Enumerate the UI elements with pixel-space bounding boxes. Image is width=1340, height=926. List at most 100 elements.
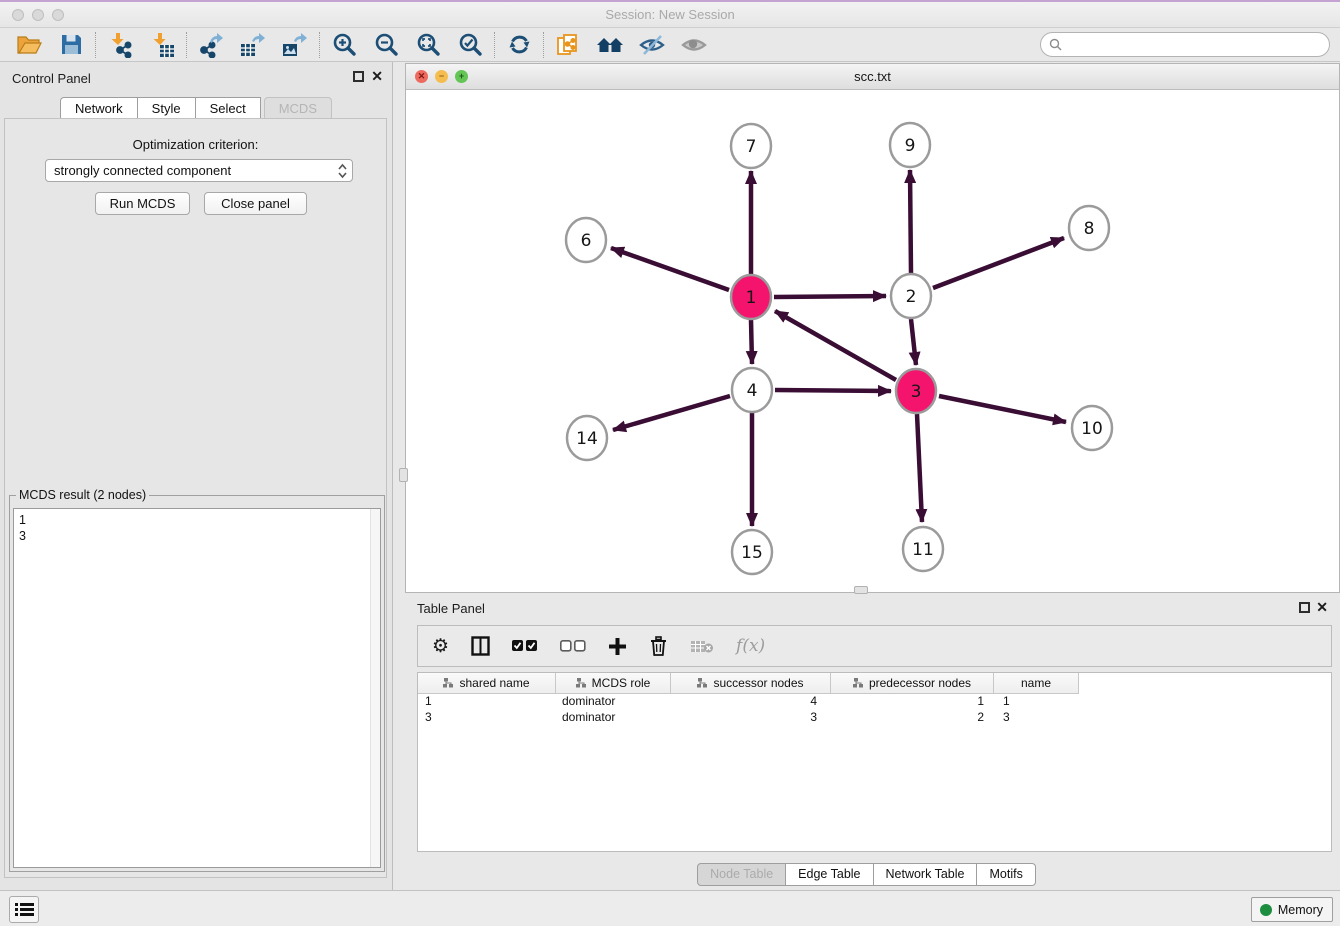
graph-edge-4-14[interactable]	[613, 396, 730, 430]
graph-edge-3-11[interactable]	[917, 414, 922, 522]
network-window-titlebar[interactable]: ✕ − + scc.txt	[406, 64, 1339, 90]
import-network-button[interactable]	[99, 31, 141, 59]
graph-node-8[interactable]: 8	[1069, 206, 1109, 250]
graph-edge-3-10[interactable]	[939, 396, 1066, 422]
column-type-icon	[576, 678, 587, 688]
memory-label: Memory	[1278, 903, 1323, 917]
memory-button[interactable]: Memory	[1251, 897, 1333, 922]
save-session-button[interactable]	[50, 31, 92, 59]
cell-predecessor-nodes[interactable]: 2	[831, 710, 994, 726]
float-panel-icon[interactable]	[353, 71, 364, 82]
column-header-mcds-role[interactable]: MCDS role	[556, 673, 671, 694]
refresh-button[interactable]	[498, 31, 540, 59]
graph-node-2[interactable]: 2	[891, 274, 931, 318]
cell-mcds-role[interactable]: dominator	[556, 710, 671, 726]
function-builder-button[interactable]: f(x)	[736, 636, 765, 656]
mcds-result-group: MCDS result (2 nodes) 1 3	[9, 495, 385, 872]
delete-column-button[interactable]	[649, 636, 668, 656]
select-all-button[interactable]	[512, 640, 538, 652]
hide-selected-button[interactable]	[631, 31, 673, 59]
hide-eye-icon	[639, 33, 666, 57]
split-pane-handle[interactable]	[399, 468, 408, 482]
graph-edge-1-2[interactable]	[774, 296, 886, 297]
cell-successor-nodes[interactable]: 3	[671, 710, 831, 726]
column-header-name[interactable]: name	[994, 673, 1079, 694]
run-mcds-button[interactable]: Run MCDS	[95, 192, 190, 215]
graph-edge-4-3[interactable]	[775, 390, 891, 391]
table-row[interactable]: 1 dominator 4 1 1	[418, 694, 1331, 710]
show-all-button[interactable]	[673, 31, 715, 59]
tab-node-table[interactable]: Node Table	[697, 863, 786, 886]
open-session-button[interactable]	[8, 31, 50, 59]
graph-edge-3-1[interactable]	[775, 311, 896, 380]
criterion-dropdown[interactable]: strongly connected component	[45, 159, 353, 182]
select-all-icon	[512, 640, 538, 652]
search-input[interactable]	[1067, 35, 1329, 55]
graph-node-15[interactable]: 15	[732, 530, 772, 574]
deselect-all-button[interactable]	[560, 640, 586, 652]
graph-edge-1-6[interactable]	[611, 248, 729, 290]
graph-edge-2-9[interactable]	[910, 170, 911, 273]
graph-node-11[interactable]: 11	[903, 527, 943, 571]
main-toolbar	[0, 28, 1340, 62]
tab-network-table[interactable]: Network Table	[874, 863, 978, 886]
zoom-fit-button[interactable]	[407, 31, 449, 59]
duplicate-network-button[interactable]	[547, 31, 589, 59]
close-panel-icon[interactable]: ✕	[1316, 599, 1328, 615]
graph-node-4[interactable]: 4	[732, 368, 772, 412]
graph-edge-1-4[interactable]	[751, 320, 752, 364]
graph-node-1[interactable]: 1	[731, 275, 771, 319]
node-label: 9	[905, 136, 916, 156]
column-header-successor-nodes[interactable]: successor nodes	[671, 673, 831, 694]
optimization-criterion-label: Optimization criterion:	[5, 137, 386, 152]
tab-edge-table[interactable]: Edge Table	[786, 863, 873, 886]
mcds-result-title: MCDS result (2 nodes)	[16, 488, 149, 502]
cell-successor-nodes[interactable]: 4	[671, 694, 831, 710]
cell-shared-name[interactable]: 1	[418, 694, 556, 710]
graph-node-14[interactable]: 14	[567, 416, 607, 460]
cell-shared-name[interactable]: 3	[418, 710, 556, 726]
cell-predecessor-nodes[interactable]: 1	[831, 694, 994, 710]
close-panel-icon[interactable]: ✕	[371, 68, 383, 84]
toolbar-separator	[186, 32, 187, 58]
deselect-all-icon	[560, 640, 586, 652]
column-header-shared-name[interactable]: shared name	[418, 673, 556, 694]
import-table-button[interactable]	[141, 31, 183, 59]
split-pane-handle[interactable]	[854, 586, 868, 594]
export-image-button[interactable]	[274, 31, 316, 59]
tab-motifs[interactable]: Motifs	[977, 863, 1035, 886]
column-header-predecessor-nodes[interactable]: predecessor nodes	[831, 673, 994, 694]
graph-edge-2-8[interactable]	[933, 238, 1064, 288]
cell-name[interactable]: 1	[994, 694, 1079, 710]
table-toolbar: ⚙	[417, 625, 1332, 667]
criterion-value: strongly connected component	[54, 163, 231, 178]
result-scrollbar[interactable]	[370, 509, 380, 867]
zoom-in-button[interactable]	[323, 31, 365, 59]
cell-name[interactable]: 3	[994, 710, 1079, 726]
network-canvas[interactable]: 1 2 3 4 6	[406, 90, 1339, 592]
export-network-button[interactable]	[190, 31, 232, 59]
add-column-button[interactable]	[608, 637, 627, 656]
zoom-out-button[interactable]	[365, 31, 407, 59]
table-settings-button[interactable]: ⚙	[432, 637, 449, 656]
search-box[interactable]	[1040, 32, 1330, 57]
graph-node-9[interactable]: 9	[890, 123, 930, 167]
graph-node-10[interactable]: 10	[1072, 406, 1112, 450]
gear-icon: ⚙	[432, 637, 449, 656]
graph-edge-2-3[interactable]	[911, 319, 916, 365]
close-panel-button[interactable]: Close panel	[204, 192, 307, 215]
graph-node-3[interactable]: 3	[896, 369, 936, 413]
import-network-icon	[107, 32, 133, 58]
export-table-button[interactable]	[232, 31, 274, 59]
show-columns-button[interactable]	[471, 636, 490, 656]
zoom-selected-button[interactable]	[449, 31, 491, 59]
delete-table-button[interactable]	[690, 638, 714, 654]
task-history-button[interactable]	[9, 896, 39, 923]
table-row[interactable]: 3 dominator 3 2 3	[418, 710, 1331, 726]
graph-node-6[interactable]: 6	[566, 218, 606, 262]
first-neighbors-button[interactable]	[589, 31, 631, 59]
graph-node-7[interactable]: 7	[731, 124, 771, 168]
float-panel-icon[interactable]	[1299, 602, 1310, 613]
mcds-result-textarea[interactable]: 1 3	[13, 508, 381, 868]
cell-mcds-role[interactable]: dominator	[556, 694, 671, 710]
